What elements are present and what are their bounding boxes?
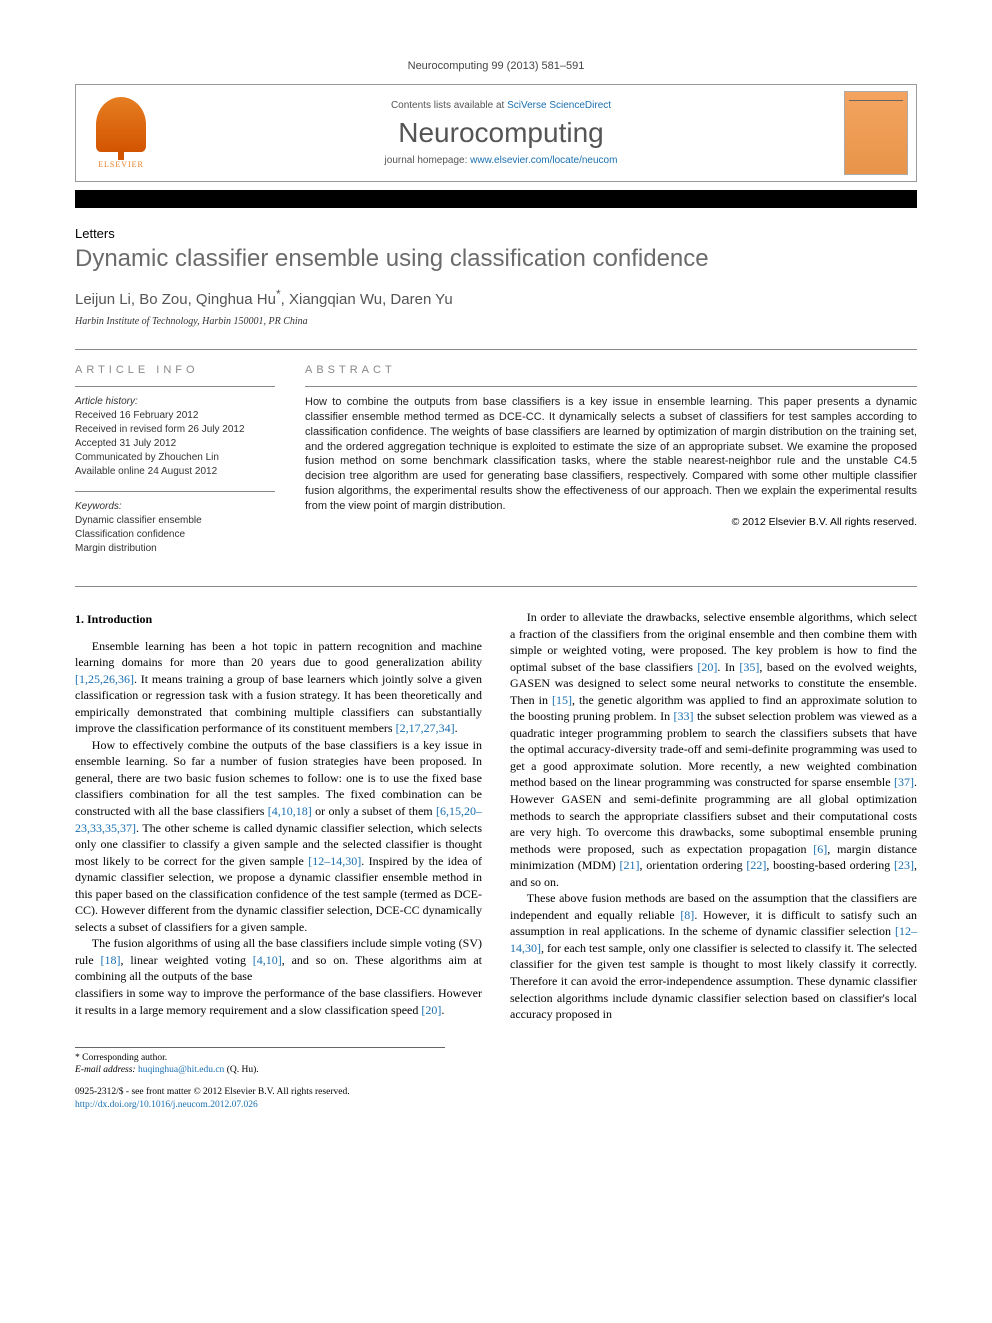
keyword-1: Dynamic classifier ensemble [75,514,275,528]
corresponding-author-note: * Corresponding author. [75,1052,445,1064]
footnote-marker: * [75,1053,80,1063]
ref-link[interactable]: [4,10] [253,953,282,967]
revised-date: Received in revised form 26 July 2012 [75,423,275,437]
journal-homepage-link[interactable]: www.elsevier.com/locate/neucom [470,155,617,166]
homepage-prefix: journal homepage: [385,155,471,166]
abstract-heading: ABSTRACT [305,364,917,376]
ref-link[interactable]: [4,10,18] [268,804,312,818]
ref-link[interactable]: [23] [894,858,914,872]
running-citation: Neurocomputing 99 (2013) 581–591 [75,60,917,72]
contents-prefix: Contents lists available at [391,100,507,111]
ref-link[interactable]: [6] [813,842,827,856]
keyword-2: Classification confidence [75,528,275,542]
abstract-copyright: © 2012 Elsevier B.V. All rights reserved… [305,516,917,528]
article-title: Dynamic classifier ensemble using classi… [75,245,917,273]
accepted-date: Accepted 31 July 2012 [75,437,275,451]
keywords-block: Keywords: Dynamic classifier ensemble Cl… [75,500,275,556]
ref-link[interactable]: [20] [421,1003,441,1017]
article-type-label: Letters [75,226,917,241]
ref-link[interactable]: [20] [697,660,717,674]
received-date: Received 16 February 2012 [75,409,275,423]
ref-link[interactable]: [8] [680,908,694,922]
ref-link[interactable]: [15] [552,693,572,707]
journal-header: ELSEVIER Contents lists available at Sci… [75,84,917,182]
journal-homepage-line: journal homepage: www.elsevier.com/locat… [176,155,826,166]
doi-line: http://dx.doi.org/10.1016/j.neucom.2012.… [75,1099,917,1111]
article-history-block: Article history: Received 16 February 20… [75,395,275,479]
ref-link[interactable]: [33] [674,709,694,723]
ref-link[interactable]: [18] [100,953,120,967]
rule-bottom [75,586,917,587]
ref-link[interactable]: [2,17,27,34] [396,721,455,735]
contents-available-line: Contents lists available at SciVerse Sci… [176,100,826,111]
email-link[interactable]: huqinghua@hit.edu.cn [138,1065,224,1075]
paragraph-6: These above fusion methods are based on … [510,890,917,1022]
keyword-3: Margin distribution [75,542,275,556]
history-label: Article history: [75,395,275,409]
ref-link[interactable]: [35] [739,660,759,674]
communicated-by: Communicated by Zhouchen Lin [75,451,275,465]
journal-cover-thumbnail [844,91,908,175]
ref-link[interactable]: [1,25,26,36] [75,672,134,686]
paragraph-4: classifiers in some way to improve the p… [75,985,482,1018]
header-divider-bar [75,190,917,208]
paragraph-1: Ensemble learning has been a hot topic i… [75,638,482,737]
sciencedirect-link[interactable]: SciVerse ScienceDirect [507,100,611,111]
author-list: Leijun Li, Bo Zou, Qinghua Hu*, Xiangqia… [75,287,917,308]
ref-link[interactable]: [37] [894,775,914,789]
paragraph-2: How to effectively combine the outputs o… [75,737,482,936]
paragraph-5: In order to alleviate the drawbacks, sel… [510,609,917,890]
ref-link[interactable]: [12–14,30] [308,854,361,868]
affiliation: Harbin Institute of Technology, Harbin 1… [75,316,917,327]
abstract-text: How to combine the outputs from base cla… [305,395,917,514]
keywords-label: Keywords: [75,500,275,514]
publisher-logo-cell: ELSEVIER [76,85,166,181]
ref-link[interactable]: [21] [620,858,640,872]
ref-link[interactable]: [22] [746,858,766,872]
online-date: Available online 24 August 2012 [75,465,275,479]
section-1-heading: 1. Introduction [75,611,482,628]
abstract-column: ABSTRACT How to combine the outputs from… [305,364,917,568]
corresponding-text: Corresponding author. [82,1053,167,1063]
body-text: 1. Introduction Ensemble learning has be… [75,609,917,1023]
authors-part1: Leijun Li, Bo Zou, Qinghua Hu [75,291,276,308]
email-label: E-mail address: [75,1065,136,1075]
journal-name: Neurocomputing [176,117,826,149]
email-who: (Q. Hu). [224,1065,258,1075]
issn-copyright-line: 0925-2312/$ - see front matter © 2012 El… [75,1086,917,1098]
footnote-block: * Corresponding author. E-mail address: … [75,1047,445,1077]
email-line: E-mail address: huqinghua@hit.edu.cn (Q.… [75,1064,445,1076]
doi-link[interactable]: http://dx.doi.org/10.1016/j.neucom.2012.… [75,1100,258,1110]
cover-image-cell [836,85,916,181]
paragraph-3: The fusion algorithms of using all the b… [75,935,482,985]
elsevier-logo: ELSEVIER [86,93,156,173]
article-info-column: ARTICLE INFO Article history: Received 1… [75,364,275,568]
article-info-heading: ARTICLE INFO [75,364,275,376]
publisher-name: ELSEVIER [98,160,144,169]
elsevier-tree-icon [96,97,146,152]
authors-part2: , Xiangqian Wu, Daren Yu [281,291,453,308]
